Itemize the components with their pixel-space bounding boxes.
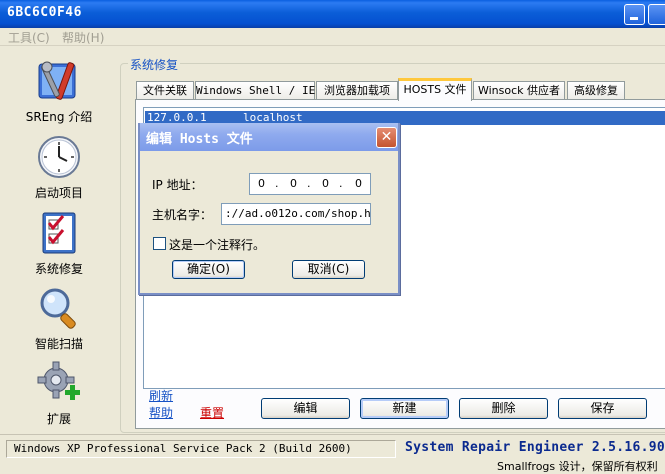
- edit-button[interactable]: 编辑: [261, 398, 350, 419]
- minimize-button[interactable]: [624, 4, 645, 25]
- clock-icon: [36, 134, 82, 180]
- ip-dot: .: [275, 177, 279, 190]
- checklist-icon: [36, 210, 82, 256]
- tools-icon: [36, 58, 82, 104]
- new-button[interactable]: 新建: [360, 398, 449, 419]
- ip-octet-3: 0: [322, 177, 329, 190]
- ip-dot: .: [307, 177, 311, 190]
- refresh-link[interactable]: 刷新: [149, 387, 173, 404]
- window-title: 6BC6C0F46: [7, 5, 82, 20]
- cancel-button[interactable]: 取消(C): [292, 260, 365, 279]
- sidebar-item-smart-scan[interactable]: 智能扫描: [18, 285, 100, 352]
- sidebar-item-sreng-intro[interactable]: SREng 介绍: [18, 58, 100, 125]
- tab-windows-shell-ie[interactable]: Windows Shell / IE: [195, 81, 315, 100]
- tab-advanced-repair[interactable]: 高级修复: [567, 81, 625, 100]
- dialog-title: 编辑 Hosts 文件: [146, 132, 253, 147]
- os-status: Windows XP Professional Service Pack 2 (…: [6, 440, 396, 458]
- tab-browser-addons[interactable]: 浏览器加载项: [316, 81, 398, 100]
- edit-hosts-dialog: 编辑 Hosts 文件 ✕ IP 地址： 0 . 0 . 0 . 0 主机名字：…: [138, 123, 400, 295]
- sidebar-item-label: SREng 介绍: [25, 110, 93, 124]
- maximize-button[interactable]: [648, 4, 665, 25]
- menu-help[interactable]: 帮助(H): [62, 29, 104, 46]
- product-name: System Repair Engineer 2.5.16.900: [405, 440, 665, 455]
- comment-label: 这是一个注释行。: [169, 238, 266, 252]
- sidebar-item-system-repair[interactable]: 系统修复: [18, 210, 100, 277]
- product-credit: Smallfrogs 设计，保留所有权利: [497, 460, 658, 473]
- hostname-label: 主机名字：: [152, 208, 213, 222]
- reset-link[interactable]: 重置: [200, 404, 224, 421]
- comment-checkbox[interactable]: [153, 237, 166, 250]
- ip-dot: .: [339, 177, 343, 190]
- tab-file-association[interactable]: 文件关联: [136, 81, 194, 100]
- ip-label: IP 地址：: [152, 178, 203, 192]
- close-icon[interactable]: ✕: [376, 127, 397, 148]
- help-link[interactable]: 帮助: [149, 404, 173, 421]
- sidebar-item-startup[interactable]: 启动项目: [18, 134, 100, 201]
- menu-tools[interactable]: 工具(C): [8, 29, 50, 46]
- menu-bar: 工具(C) 帮助(H): [0, 28, 665, 46]
- magnifier-icon: [36, 285, 82, 331]
- delete-button[interactable]: 删除: [459, 398, 548, 419]
- group-title: 系统修复: [128, 56, 181, 73]
- tab-hosts-file[interactable]: HOSTS 文件: [398, 78, 472, 101]
- hostname-field[interactable]: ://ad.o012o.com/shop.htm: [221, 203, 371, 225]
- ip-octet-1: 0: [258, 177, 265, 190]
- sidebar-item-extensions[interactable]: 扩展: [18, 360, 100, 427]
- tab-winsock-providers[interactable]: Winsock 供应者: [473, 81, 565, 100]
- dialog-titlebar: 编辑 Hosts 文件 ✕: [140, 123, 398, 151]
- gear-plus-icon: [36, 360, 82, 406]
- ok-button[interactable]: 确定(O): [172, 260, 245, 279]
- sidebar-item-label: 智能扫描: [34, 337, 83, 351]
- sidebar-item-label: 启动项目: [34, 186, 83, 200]
- sidebar-item-label: 系统修复: [34, 262, 83, 276]
- window-titlebar: 6BC6C0F46: [0, 0, 665, 28]
- save-button[interactable]: 保存: [558, 398, 647, 419]
- sidebar-item-label: 扩展: [46, 412, 71, 426]
- ip-address-field[interactable]: 0 . 0 . 0 . 0: [249, 173, 371, 195]
- ip-octet-2: 0: [290, 177, 297, 190]
- ip-octet-4: 0: [355, 177, 362, 190]
